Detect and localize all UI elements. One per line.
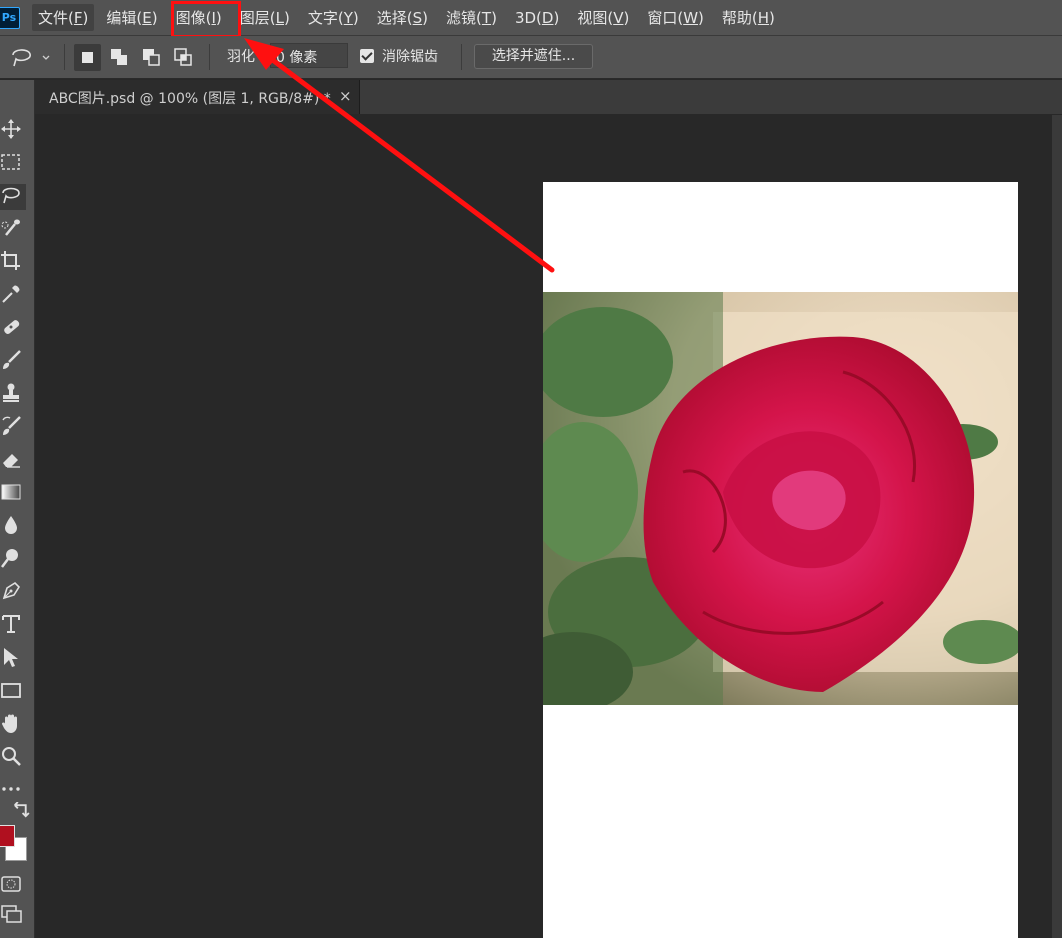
- annotation-arrow: [244, 38, 555, 273]
